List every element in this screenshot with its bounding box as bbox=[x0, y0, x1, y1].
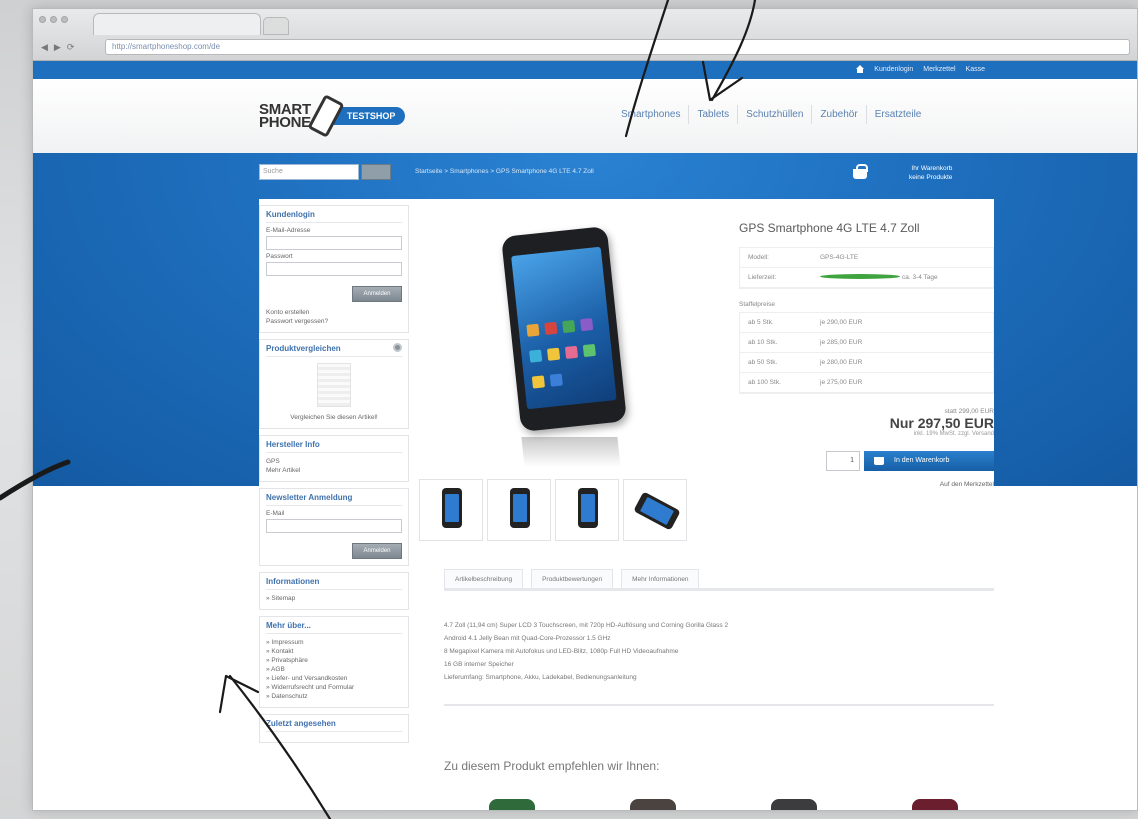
arrow-left-edge bbox=[0, 459, 71, 501]
annotation-arrows bbox=[0, 0, 757, 819]
arrow-left-stroke bbox=[624, 0, 670, 138]
arrow-bottom-stroke bbox=[228, 674, 332, 819]
